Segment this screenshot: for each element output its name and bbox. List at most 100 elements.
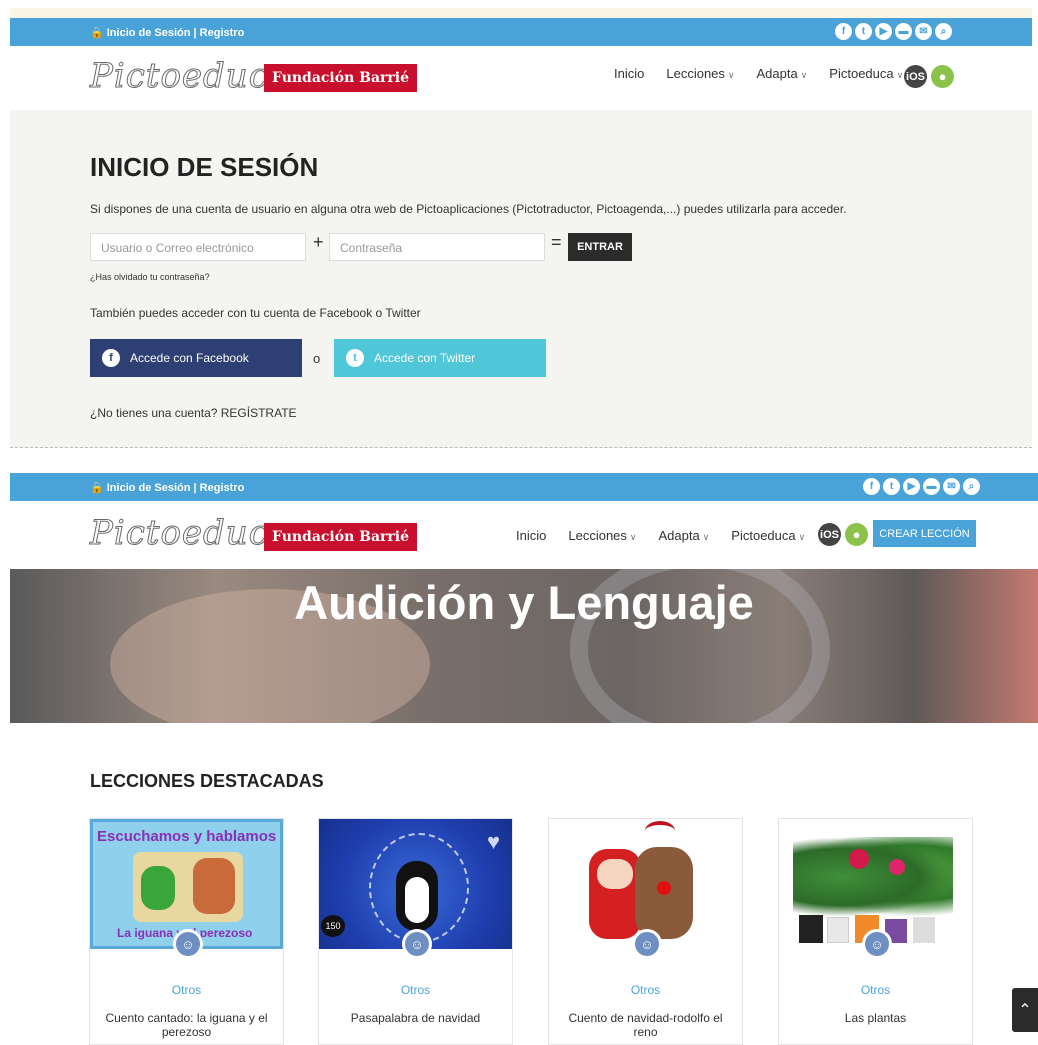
twitter-icon[interactable]: t [883,478,900,495]
nav-adapta[interactable]: Adapta ∨ [659,528,710,543]
santa-shape [589,849,641,939]
nav-pictoeduca[interactable]: Pictoeduca ∨ [731,528,805,543]
nav-lecciones[interactable]: Lecciones ∨ [666,66,734,81]
lesson-title[interactable]: Cuento cantado: la iguana y el perezoso [90,1011,283,1039]
pot-shape [913,917,935,943]
lesson-title[interactable]: Pasapalabra de navidad [319,1011,512,1025]
hero-banner: Audición y Lenguaje [10,569,1038,723]
lesson-title[interactable]: Las plantas [779,1011,972,1025]
email-icon[interactable]: ✉ [915,23,932,40]
search-icon[interactable]: ⌕ [963,478,980,495]
register-link[interactable]: ¿No tienes una cuenta? REGÍSTRATE [90,406,297,420]
lesson-category[interactable]: Otros [549,983,742,997]
youtube-icon[interactable]: ▶ [875,23,892,40]
nav-pictoeduca-label: Pictoeduca [829,66,894,81]
chevron-down-icon: ∨ [629,532,637,542]
app-icons: iOS ● [904,65,954,88]
equals-icon: = [551,232,562,252]
facebook-icon: f [102,349,120,367]
blog-icon[interactable]: ▬ [923,478,940,495]
username-input[interactable]: Usuario o Correo electrónico [90,233,306,261]
chevron-down-icon: ∨ [896,70,904,80]
illustration [133,852,243,922]
nav-lecciones-label: Lecciones [666,66,725,81]
score-badge: 150 [321,915,345,937]
plus-icon: + [313,232,324,252]
facebook-icon[interactable]: f [835,23,852,40]
facebook-login-label: Accede con Facebook [130,351,249,365]
pictoeduca-logo[interactable]: Pictoeduca [89,513,290,554]
iguana-shape [141,866,175,910]
main-nav: Inicio Lecciones ∨ Adapta ∨ Pictoeduca ∨ [516,528,805,543]
lesson-card[interactable]: ☺ Otros Las plantas [778,818,973,1045]
blog-icon[interactable]: ▬ [895,23,912,40]
top-strip [10,8,1032,18]
lesson-card[interactable]: ♥ 150 ☺ Otros Pasapalabra de navidad [318,818,513,1045]
pictoeduca-logo[interactable]: Pictoeduca [89,56,290,97]
email-icon[interactable]: ✉ [943,478,960,495]
chevron-down-icon: ∨ [800,70,808,80]
lesson-category[interactable]: Otros [779,983,972,997]
lesson-card[interactable]: ☺ Otros Cuento de navidad-rodolfo el ren… [548,818,743,1045]
nav-inicio[interactable]: Inicio [614,66,644,81]
android-icon[interactable]: ● [931,65,954,88]
lesson-card[interactable]: Escuchamos y hablamos La iguana y el per… [89,818,284,1045]
scroll-to-top-button[interactable]: ⌃ [1012,988,1038,1032]
top-bar-2: 🔒 Inicio de Sesión | Registro f t ▶ ▬ ✉ … [10,473,1038,501]
password-input[interactable]: Contraseña [329,233,545,261]
login-section: INICIO DE SESIÓN Si dispones de una cuen… [10,110,1032,448]
hero-title: Audición y Lenguaje [294,576,754,629]
plants-foliage [793,837,953,917]
create-lesson-button[interactable]: CREAR LECCIÓN [873,520,976,547]
santa-face [597,859,633,889]
fundacion-barrie-logo[interactable]: Fundación Barrié [264,523,418,551]
page-title: INICIO DE SESIÓN [90,152,319,182]
fundacion-barrie-logo[interactable]: Fundación Barrié [264,64,418,92]
or-separator: o [313,351,321,366]
chevron-down-icon: ∨ [702,532,710,542]
android-icon[interactable]: ● [845,523,868,546]
lesson-category[interactable]: Otros [319,983,512,997]
top-bar: 🔒 Inicio de Sesión | Registro f t ▶ ▬ ✉ … [10,18,1032,46]
facebook-login-button[interactable]: f Accede con Facebook [90,339,302,377]
facebook-icon[interactable]: f [863,478,880,495]
bow-shape [645,821,675,841]
nav-lecciones-label: Lecciones [568,528,627,543]
twitter-icon[interactable]: t [855,23,872,40]
nav-adapta-label: Adapta [658,528,700,543]
ios-icon[interactable]: iOS [904,65,927,88]
chevron-down-icon: ∨ [727,70,735,80]
login-register-link[interactable]: 🔒 Inicio de Sesión | Registro [90,26,244,39]
sloth-shape [193,858,235,914]
lesson-category[interactable]: Otros [90,983,283,997]
flower-shape [849,849,869,869]
twitter-icon: t [346,349,364,367]
login-register-link[interactable]: 🔒 Inicio de Sesión | Registro [90,481,244,494]
reindeer-shape [635,847,693,939]
youtube-icon[interactable]: ▶ [903,478,920,495]
login-button[interactable]: ENTRAR [568,233,632,261]
app-icons: iOS ● [818,523,868,546]
heart-icon[interactable]: ♥ [487,829,500,855]
nav-adapta-label: Adapta [756,66,798,81]
social-icons: f t ▶ ▬ ✉ ⌕ [835,23,952,40]
social-icons: f t ▶ ▬ ✉ ⌕ [863,478,980,495]
main-nav: Inicio Lecciones ∨ Adapta ∨ Pictoeduca ∨ [614,66,903,81]
site-header: Pictoeduca Fundación Barrié Inicio Lecci… [10,46,1032,108]
social-login-prompt: También puedes acceder con tu cuenta de … [90,306,421,320]
search-icon[interactable]: ⌕ [935,23,952,40]
penguin-belly [405,877,429,923]
nav-adapta[interactable]: Adapta ∨ [757,66,808,81]
section-title: LECCIONES DESTACADAS [90,771,324,791]
lesson-title[interactable]: Cuento de navidad-rodolfo el reno [549,1011,742,1039]
nav-pictoeduca-label: Pictoeduca [731,528,796,543]
forgot-password-link[interactable]: ¿Has olvidado tu contraseña? [90,272,210,282]
twitter-login-button[interactable]: t Accede con Twitter [334,339,546,377]
nav-inicio[interactable]: Inicio [516,528,546,543]
nav-lecciones[interactable]: Lecciones ∨ [568,528,636,543]
nav-pictoeduca[interactable]: Pictoeduca ∨ [829,66,903,81]
avatar: ☺ [862,929,892,959]
penguin-shape [396,861,438,931]
ios-icon[interactable]: iOS [818,523,841,546]
pot-shape [799,915,823,943]
